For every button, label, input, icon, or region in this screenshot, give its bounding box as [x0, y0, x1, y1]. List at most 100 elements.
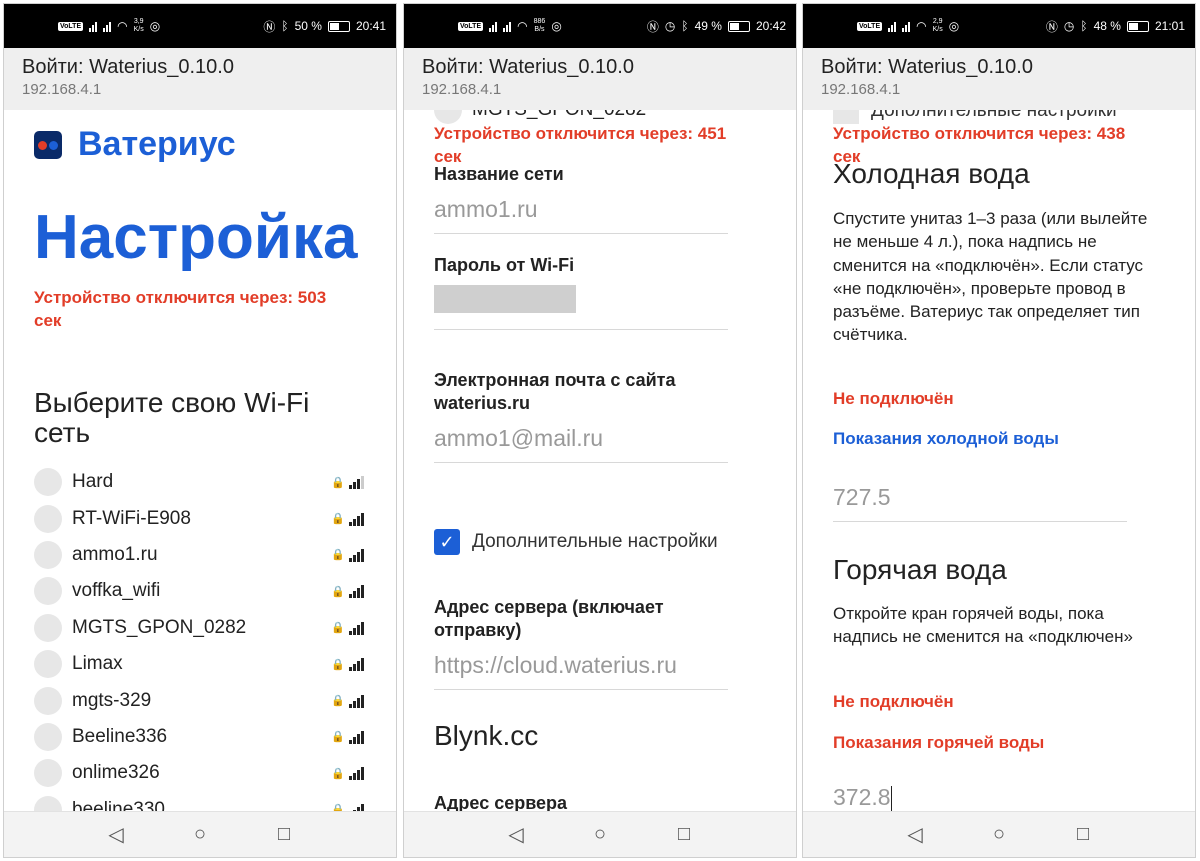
wifi-signal-icon	[349, 548, 364, 562]
advanced-settings-checkbox-row[interactable]: ✓ Дополнительные настройки	[434, 529, 718, 555]
recents-icon[interactable]: □	[1071, 823, 1095, 846]
server-label: Адрес сервера (включает отправку)	[434, 597, 664, 640]
network-radio[interactable]	[34, 540, 62, 569]
network-radio[interactable]	[34, 759, 62, 788]
browser-titlebar: Войти: Waterius_0.10.0 192.168.4.1	[4, 48, 396, 110]
bluetooth-icon: ᛒ	[281, 19, 289, 33]
signal-icon	[888, 21, 897, 32]
network-row[interactable]: ammo1.ru 🔒	[34, 537, 364, 573]
nfc-icon: Ⓝ	[263, 19, 276, 34]
volte-icon: VoLTE	[458, 21, 484, 31]
network-radio[interactable]	[34, 795, 62, 811]
network-radio[interactable]	[34, 686, 62, 715]
lock-icon: 🔒	[331, 804, 345, 811]
nav-bar: ◁ ○ □	[803, 811, 1195, 857]
recents-icon[interactable]: □	[672, 823, 696, 846]
page-content: Ватериус Настройка Устройство отключится…	[4, 110, 396, 811]
hot-water-heading: Горячая вода	[833, 554, 1007, 585]
hot-water-input[interactable]: 372.8	[833, 776, 1127, 811]
wifi-signal-icon	[349, 694, 364, 708]
cold-water-label: Показания холодной воды	[833, 429, 1059, 448]
email-label: Электронная почта с сайта waterius.ru	[434, 370, 676, 413]
network-radio[interactable]	[34, 613, 62, 642]
wifi-icon: ◠	[117, 19, 128, 33]
network-name: MGTS_GPON_0282	[72, 616, 247, 638]
page-title: Войти: Waterius_0.10.0	[422, 56, 634, 78]
lock-icon: 🔒	[331, 585, 345, 598]
advanced-settings-label: Дополнительные настройки	[472, 531, 718, 552]
cold-water-heading: Холодная вода	[833, 158, 1030, 189]
network-row[interactable]: Beeline336 🔒	[34, 719, 364, 755]
clock: 20:41	[355, 19, 386, 33]
hotspot-icon: ◎	[551, 19, 562, 33]
network-row[interactable]: voffka_wifi 🔒	[34, 573, 364, 609]
hot-water-instructions: Откройте кран горячей воды, пока надпись…	[833, 604, 1133, 647]
home-icon[interactable]: ○	[588, 823, 612, 846]
network-radio[interactable]	[34, 577, 62, 606]
password-input[interactable]	[434, 278, 728, 330]
cold-water-input[interactable]: 727.5	[833, 476, 1127, 522]
network-row[interactable]: RT-WiFi-E908 🔒	[34, 500, 364, 536]
network-name: Hard	[72, 471, 114, 493]
network-row[interactable]: onlime326 🔒	[34, 755, 364, 791]
bluetooth-icon: ᛒ	[1080, 19, 1088, 33]
hot-water-status: Не подключён	[833, 692, 954, 711]
network-name: MGTS_GPON_0282	[472, 110, 646, 121]
home-icon[interactable]: ○	[188, 823, 212, 846]
url: 192.168.4.1	[422, 81, 502, 98]
nav-bar: ◁ ○ □	[404, 811, 796, 857]
page-content: MGTS_GPON_0282 Устройство отключится чер…	[404, 110, 796, 811]
page-title: Войти: Waterius_0.10.0	[821, 56, 1033, 78]
checkbox-icon[interactable]: ✓	[434, 529, 460, 555]
back-icon[interactable]: ◁	[504, 822, 528, 847]
network-name: voffka_wifi	[72, 580, 161, 602]
ssid-input[interactable]: ammo1.ru	[434, 188, 728, 234]
network-name: Beeline336	[72, 725, 168, 747]
network-row[interactable]: mgts-329 🔒	[34, 682, 364, 718]
brand: Ватериус	[34, 125, 236, 164]
battery-icon	[327, 20, 350, 32]
server-input[interactable]: https://cloud.waterius.ru	[434, 644, 728, 690]
waterius-logo-icon	[34, 130, 62, 159]
nfc-icon: Ⓝ	[646, 19, 659, 34]
clock: 21:01	[1154, 19, 1185, 33]
network-radio[interactable]	[34, 722, 62, 751]
network-row[interactable]: Hard 🔒	[34, 464, 364, 500]
blynk-server-label: Адрес сервера	[434, 793, 568, 811]
wifi-signal-icon	[349, 512, 364, 526]
lock-icon: 🔒	[331, 767, 345, 780]
lock-icon: 🔒	[331, 731, 345, 744]
hot-water-value: 372.8	[833, 784, 891, 810]
signal-icon	[89, 21, 98, 32]
alarm-icon: ◷	[664, 19, 676, 33]
recents-icon[interactable]: □	[272, 823, 296, 846]
wifi-signal-icon	[349, 657, 364, 672]
home-icon[interactable]: ○	[987, 823, 1011, 846]
back-icon[interactable]: ◁	[104, 822, 128, 847]
network-radio[interactable]	[34, 650, 62, 679]
lock-icon: 🔒	[331, 695, 345, 708]
signal-icon	[489, 21, 498, 32]
signal-icon	[902, 21, 911, 32]
back-icon[interactable]: ◁	[903, 822, 927, 847]
browser-titlebar: Войти: Waterius_0.10.0 192.168.4.1	[404, 48, 796, 110]
clock: 20:42	[755, 19, 786, 33]
network-radio[interactable]	[34, 468, 62, 497]
url: 192.168.4.1	[821, 81, 901, 98]
url: 192.168.4.1	[22, 81, 102, 98]
phone-screen-2: VoLTE ◠ 886 B/s ◎ Ⓝ ◷ ᛒ 49 % 20:42 Войти…	[403, 3, 797, 858]
network-name: mgts-329	[72, 689, 152, 711]
network-speed: 3,9 K/s	[133, 18, 144, 33]
network-row[interactable]: Limax 🔒	[34, 646, 364, 682]
network-row[interactable]: beeline330 🔒	[34, 792, 364, 811]
hot-water-label: Показания горячей воды	[833, 733, 1045, 752]
cold-water-status: Не подключён	[833, 389, 954, 408]
lock-icon: 🔒	[331, 622, 345, 635]
battery-percent: 48 %	[1093, 19, 1121, 33]
volte-icon: VoLTE	[58, 21, 84, 31]
network-row[interactable]: MGTS_GPON_0282 🔒	[34, 610, 364, 646]
page-title: Войти: Waterius_0.10.0	[22, 56, 234, 78]
network-radio[interactable]	[34, 504, 62, 533]
signal-icon	[503, 21, 512, 32]
email-input[interactable]: ammo1@mail.ru	[434, 417, 728, 463]
